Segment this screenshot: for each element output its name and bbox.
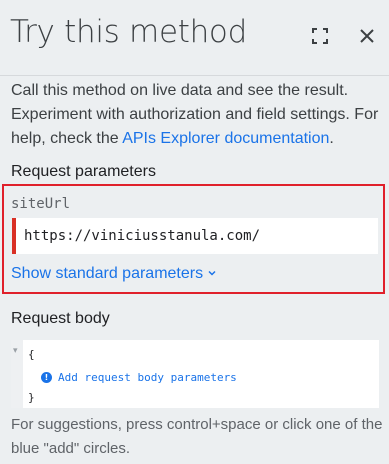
site-url-field[interactable]: [12, 218, 378, 254]
open-brace: {: [28, 348, 35, 361]
param-name-label: siteUrl: [11, 196, 71, 212]
add-request-body-parameters[interactable]: ! Add request body parameters: [41, 371, 237, 384]
info-icon: !: [41, 372, 52, 383]
apis-explorer-doc-link[interactable]: APIs Explorer documentation: [122, 130, 329, 147]
show-standard-parameters-link[interactable]: Show standard parameters: [11, 265, 217, 283]
close-icon: [360, 29, 374, 43]
site-url-input[interactable]: [24, 218, 376, 254]
add-body-params-label: Add request body parameters: [58, 371, 237, 384]
close-button[interactable]: [355, 24, 379, 48]
request-parameters-title: Request parameters: [11, 163, 156, 180]
request-body-title: Request body: [11, 310, 110, 327]
fold-arrow-icon[interactable]: ▾: [13, 346, 18, 356]
page-title: Try this method: [10, 14, 247, 50]
dialog-header: Try this method: [0, 0, 389, 76]
fullscreen-icon: [312, 28, 328, 44]
show-standard-label: Show standard parameters: [11, 265, 204, 282]
chevron-down-icon: [208, 270, 216, 276]
editor-gutter: ▾: [11, 340, 23, 408]
editor-hint: For suggestions, press control+space or …: [11, 416, 383, 457]
description-suffix: .: [329, 130, 334, 147]
request-body-editor[interactable]: ▾ { ! Add request body parameters }: [11, 340, 379, 408]
method-description: Call this method on live data and see th…: [11, 79, 383, 151]
fullscreen-button[interactable]: [308, 24, 332, 48]
close-brace: }: [28, 391, 35, 404]
